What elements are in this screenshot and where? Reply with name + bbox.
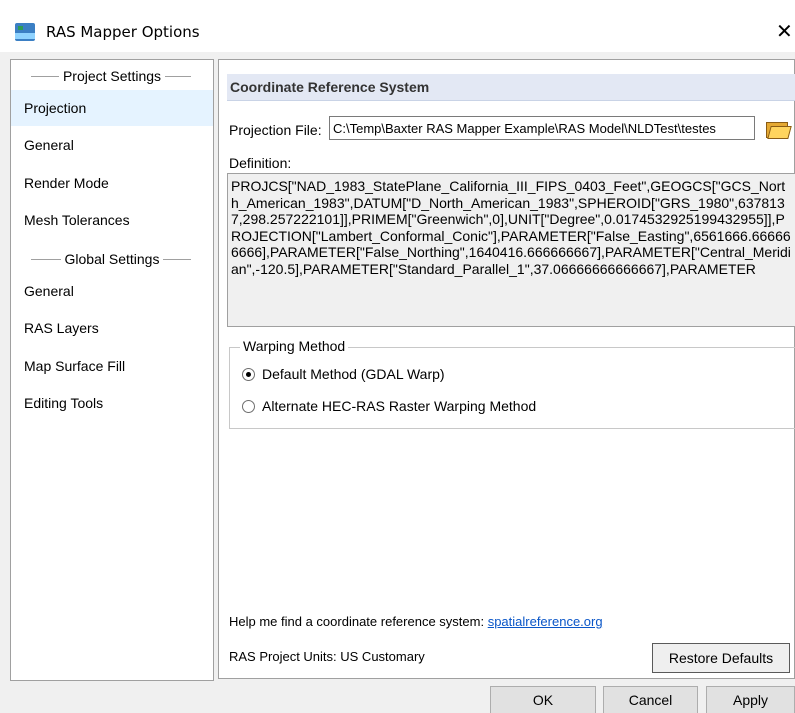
folder-open-icon[interactable] [764, 114, 792, 140]
restore-defaults-button[interactable]: Restore Defaults [652, 643, 790, 673]
section-header: Coordinate Reference System [227, 74, 795, 101]
project-units-text: RAS Project Units: US Customary [229, 649, 425, 664]
apply-button[interactable]: Apply [706, 686, 795, 713]
global-settings-header: Global Settings [11, 251, 213, 267]
ras-mapper-app-icon [15, 23, 35, 41]
sidebar-item-project-general[interactable]: General [11, 127, 213, 163]
title-bar: RAS Mapper Options ✕ [0, 0, 795, 52]
radio-checked-icon[interactable] [242, 368, 255, 381]
sidebar-item-global-general[interactable]: General [11, 273, 213, 309]
close-icon[interactable]: ✕ [776, 19, 793, 43]
sidebar-item-render-mode[interactable]: Render Mode [11, 165, 213, 201]
help-prompt: Help me find a coordinate reference syst… [229, 614, 488, 629]
sidebar-item-projection[interactable]: Projection [11, 90, 213, 126]
definition-label: Definition: [229, 155, 292, 171]
spatialreference-link[interactable]: spatialreference.org [488, 614, 603, 629]
project-settings-header: Project Settings [11, 68, 213, 84]
sidebar-item-map-surface-fill[interactable]: Map Surface Fill [11, 348, 213, 384]
definition-text: PROJCS["NAD_1983_StatePlane_California_I… [227, 173, 795, 327]
ok-button[interactable]: OK [490, 686, 596, 713]
warping-method-label: Warping Method [240, 338, 349, 354]
alternate-method-label: Alternate HEC-RAS Raster Warping Method [262, 398, 537, 414]
cancel-button[interactable]: Cancel [603, 686, 698, 713]
help-text: Help me find a coordinate reference syst… [229, 614, 603, 629]
project-settings-label: Project Settings [58, 68, 166, 84]
settings-sidebar: Project Settings Projection General Rend… [10, 59, 214, 681]
sidebar-item-mesh-tolerances[interactable]: Mesh Tolerances [11, 202, 213, 238]
radio-unchecked-icon[interactable] [242, 400, 255, 413]
projection-file-label: Projection File: [229, 122, 322, 138]
window-title: RAS Mapper Options [46, 23, 200, 41]
projection-file-input[interactable] [329, 116, 755, 140]
default-method-label: Default Method (GDAL Warp) [262, 366, 445, 382]
projection-settings-panel: Coordinate Reference System Projection F… [218, 59, 795, 679]
global-settings-label: Global Settings [60, 251, 164, 267]
warping-method-group: Warping Method Default Method (GDAL Warp… [229, 338, 795, 429]
section-title: Coordinate Reference System [230, 79, 430, 95]
sidebar-item-ras-layers[interactable]: RAS Layers [11, 310, 213, 346]
sidebar-item-editing-tools[interactable]: Editing Tools [11, 385, 213, 421]
